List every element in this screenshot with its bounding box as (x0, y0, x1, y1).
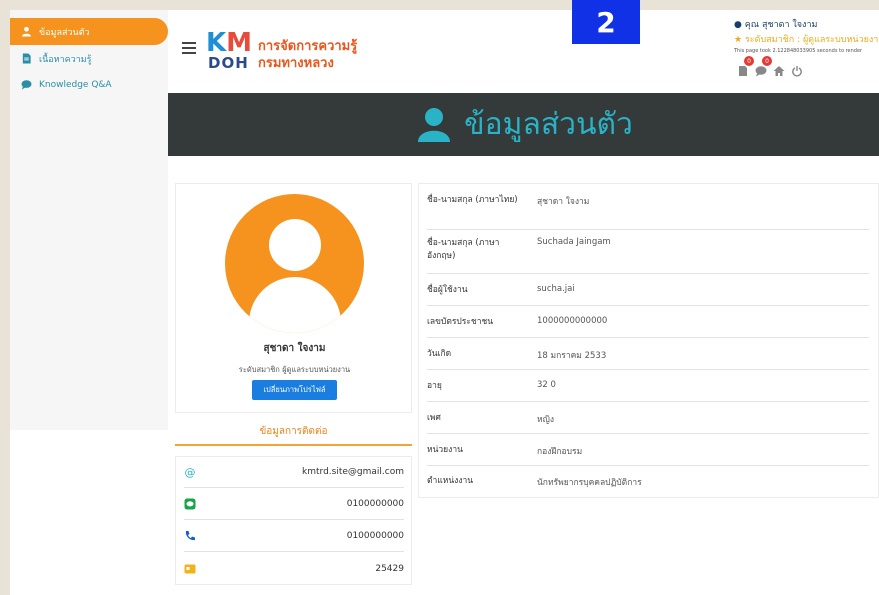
star-icon: ★ (734, 35, 743, 45)
contact-value: 0100000000 (346, 499, 404, 509)
contact-value: 0100000000 (346, 531, 404, 541)
info-value: หญิง (537, 415, 554, 425)
sidebar-item-knowledge[interactable]: เนื้อหาความรู้ (10, 45, 168, 72)
info-label: ชื่อ-นามสกุล (ภาษาไทย) (427, 195, 518, 205)
toolbar-icons: 0 0 (737, 56, 803, 77)
at-icon: @ (184, 465, 196, 479)
user-level-line: ★ ระดับสมาชิก : ผู้ดูแลระบบหน่วยงาน (734, 32, 879, 46)
user-icon (414, 107, 454, 143)
info-label: ตำแหน่งงาน (427, 476, 474, 486)
info-row: หน่วยงาน กองฝึกอบรม (427, 444, 869, 466)
notification-badge: 0 (744, 56, 754, 66)
line-icon (184, 498, 196, 510)
contact-card: @ kmtrd.site@gmail.com 0100000000 010000… (175, 456, 412, 585)
hamburger-menu-icon[interactable] (182, 42, 196, 54)
phone-icon (184, 530, 196, 542)
info-value: นักทรัพยากรบุคคลปฏิบัติการ (537, 478, 642, 488)
sidebar-item-label: Knowledge Q&A (39, 79, 112, 90)
notification-badge: 0 (762, 56, 772, 66)
user-name-line[interactable]: ● คุณ สุชาดา ใจงาม (734, 17, 879, 31)
sidebar-item-profile[interactable]: ข้อมูลส่วนตัว (10, 18, 168, 45)
user-info: ● คุณ สุชาดา ใจงาม ★ ระดับสมาชิก : ผู้ดู… (734, 17, 879, 54)
contact-row-line: 0100000000 (184, 489, 404, 520)
user-name: คุณ สุชาดา ใจงาม (744, 20, 818, 30)
info-row: เพศ หญิง (427, 412, 869, 434)
contact-row-extension: 25429 (184, 553, 404, 584)
info-card: ชื่อ-นามสกุล (ภาษาไทย) สุชาดา ใจงาม ชื่อ… (418, 183, 879, 498)
info-value: 32 0 (537, 380, 556, 390)
sidebar-item-label: เนื้อหาความรู้ (39, 54, 92, 65)
change-photo-button[interactable]: เปลี่ยนภาพโปรไฟล์ (252, 380, 337, 400)
sidebar-item-qa[interactable]: Knowledge Q&A (10, 71, 168, 98)
divider (175, 444, 412, 446)
message-notification-icon[interactable]: 0 (755, 56, 772, 77)
power-icon[interactable] (791, 62, 803, 77)
info-row: ตำแหน่งงาน นักทรัพยากรบุคคลปฏิบัติการ (427, 475, 869, 493)
info-label: เพศ (427, 413, 441, 423)
info-value: sucha.jai (537, 284, 575, 294)
page-title: ข้อมูลส่วนตัว (464, 107, 633, 142)
sidebar-item-label: ข้อมูลส่วนตัว (39, 27, 90, 38)
info-label: หน่วยงาน (427, 445, 463, 455)
step-marker: 2 (572, 0, 640, 44)
document-notification-icon[interactable]: 0 (737, 56, 754, 76)
info-label: อายุ (427, 381, 442, 391)
sidebar: ข้อมูลส่วนตัว เนื้อหาความรู้ Knowledge Q… (10, 10, 168, 430)
logo-doh: DOH (208, 54, 249, 72)
info-row: ชื่อผู้ใช้งาน sucha.jai (427, 284, 869, 306)
info-row: เลขบัตรประชาชน 1000000000000 (427, 316, 869, 338)
avatar (225, 194, 364, 333)
profile-card: สุชาดา ใจงาม ระดับสมาชิก ผู้ดูแลระบบหน่ว… (175, 183, 412, 413)
page-banner: ข้อมูลส่วนตัว (168, 93, 879, 156)
info-row: ชื่อ-นามสกุล (ภาษาไทย) สุชาดา ใจงาม (427, 194, 869, 230)
logo-title-line2: กรมทางหลวง (258, 56, 334, 71)
info-value: 1000000000000 (537, 316, 608, 326)
user-level: ระดับสมาชิก : ผู้ดูแลระบบหน่วยงาน (744, 35, 879, 45)
home-icon[interactable] (773, 62, 785, 76)
info-row: อายุ 32 0 (427, 380, 869, 402)
profile-name: สุชาดา ใจงาม (263, 343, 326, 354)
info-value: 18 มกราคม 2533 (537, 351, 607, 361)
info-value: Suchada Jaingam (537, 237, 611, 247)
user-circle-icon: ● (734, 20, 742, 30)
render-time-text: This page took 2.122848033905 seconds to… (734, 48, 863, 54)
chat-icon (20, 79, 32, 91)
contact-value: 25429 (375, 563, 404, 574)
info-label: เลขบัตรประชาชน (427, 317, 494, 327)
user-icon (20, 26, 32, 38)
info-row: วันเกิด 18 มกราคม 2533 (427, 348, 869, 370)
info-label: วันเกิด (427, 349, 452, 359)
profile-role: ระดับสมาชิก ผู้ดูแลระบบหน่วยงาน (238, 365, 351, 374)
contact-value: kmtrd.site@gmail.com (302, 467, 404, 477)
info-label: ชื่อ-นามสกุล (ภาษาอังกฤษ) (427, 238, 500, 261)
info-value: สุชาดา ใจงาม (537, 197, 590, 207)
info-label: ชื่อผู้ใช้งาน (427, 285, 468, 295)
document-icon (20, 53, 32, 65)
info-value: กองฝึกอบรม (537, 447, 583, 457)
contact-title: ข้อมูลการติดต่อ (259, 426, 328, 437)
contact-card-icon (184, 563, 196, 575)
contact-row-email: @ kmtrd.site@gmail.com (184, 457, 404, 488)
info-row: ชื่อ-นามสกุล (ภาษาอังกฤษ) Suchada Jainga… (427, 237, 869, 274)
contact-row-phone: 0100000000 (184, 521, 404, 552)
site-logo[interactable]: KM DOH การจัดการความรู้ กรมทางหลวง (206, 28, 366, 74)
